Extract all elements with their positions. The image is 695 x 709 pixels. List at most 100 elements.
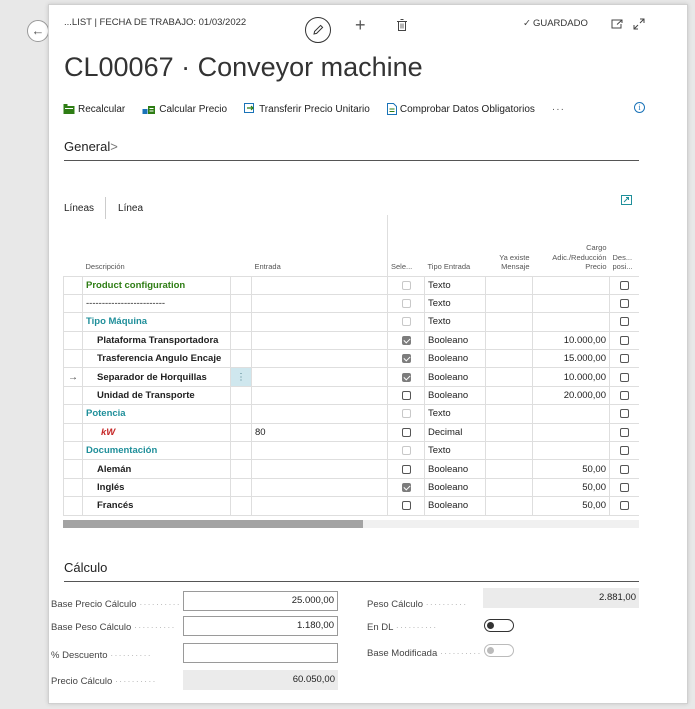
select-checkbox[interactable] xyxy=(401,482,411,492)
sele-cell[interactable] xyxy=(387,459,425,479)
sele-cell[interactable] xyxy=(387,367,425,387)
cargo-cell[interactable]: 50,00 xyxy=(532,496,610,516)
sele-cell[interactable] xyxy=(387,349,425,369)
tipo-entrada-cell[interactable]: Booleano xyxy=(424,477,486,498)
row-actions-cell[interactable] xyxy=(230,293,252,314)
row-actions-cell[interactable] xyxy=(230,422,252,443)
sele-cell[interactable] xyxy=(387,441,425,461)
tipo-entrada-cell[interactable]: Booleano xyxy=(424,459,486,479)
des-checkbox[interactable] xyxy=(620,427,629,437)
ya-existe-cell[interactable] xyxy=(485,275,533,295)
select-checkbox[interactable] xyxy=(401,427,411,437)
des-cell[interactable] xyxy=(609,330,639,351)
ya-existe-cell[interactable] xyxy=(485,459,533,479)
table-row[interactable]: Francés Booleano 50,00 xyxy=(63,496,639,516)
table-row[interactable]: → Separador de Horquillas ⋮ Booleano 10.000,… xyxy=(63,367,639,387)
lines-expand-icon[interactable] xyxy=(621,195,632,205)
cargo-cell[interactable] xyxy=(532,293,610,314)
new-button[interactable]: + xyxy=(355,16,366,34)
col-entrada[interactable]: Entrada xyxy=(251,215,388,277)
tab-lineas[interactable]: Líneas xyxy=(64,203,94,214)
des-cell[interactable] xyxy=(609,441,639,461)
des-cell[interactable] xyxy=(609,275,639,295)
tipo-entrada-cell[interactable]: Texto xyxy=(424,275,486,295)
table-row[interactable]: Inglés Booleano 50,00 xyxy=(63,477,639,498)
sele-cell[interactable] xyxy=(387,275,425,295)
tab-linea[interactable]: Línea xyxy=(118,203,143,214)
ya-existe-cell[interactable] xyxy=(485,330,533,351)
description-cell[interactable]: kW xyxy=(82,422,231,443)
select-checkbox[interactable] xyxy=(401,501,411,511)
tipo-entrada-cell[interactable]: Texto xyxy=(424,293,486,314)
entrada-cell[interactable] xyxy=(251,385,388,406)
entrada-cell[interactable] xyxy=(251,496,388,516)
back-button[interactable]: ← xyxy=(27,20,49,42)
entrada-cell[interactable] xyxy=(251,349,388,369)
tipo-entrada-cell[interactable]: Texto xyxy=(424,441,486,461)
ya-existe-cell[interactable] xyxy=(485,293,533,314)
entrada-cell[interactable] xyxy=(251,275,388,295)
sele-cell[interactable] xyxy=(387,404,425,424)
description-cell[interactable]: Alemán xyxy=(82,459,231,479)
table-row[interactable]: Documentación Texto xyxy=(63,441,639,461)
row-actions-cell[interactable]: ⋮ xyxy=(230,367,252,387)
des-cell[interactable] xyxy=(609,385,639,406)
sele-cell[interactable] xyxy=(387,312,425,332)
cargo-cell[interactable]: 50,00 xyxy=(532,477,610,498)
entrada-cell[interactable]: 80 xyxy=(251,422,388,443)
des-checkbox[interactable] xyxy=(620,280,629,290)
ya-existe-cell[interactable] xyxy=(485,441,533,461)
table-row[interactable]: ------------------------- Texto xyxy=(63,293,639,314)
horizontal-scrollbar[interactable] xyxy=(63,520,639,528)
row-actions-cell[interactable] xyxy=(230,312,252,332)
des-cell[interactable] xyxy=(609,477,639,498)
recalculate-button[interactable]: Recalcular xyxy=(63,103,125,115)
ya-existe-cell[interactable] xyxy=(485,496,533,516)
ya-existe-cell[interactable] xyxy=(485,312,533,332)
table-row[interactable]: Potencia Texto xyxy=(63,404,639,424)
cargo-cell[interactable]: 10.000,00 xyxy=(532,367,610,387)
select-checkbox[interactable] xyxy=(401,354,411,364)
row-actions-cell[interactable] xyxy=(230,477,252,498)
cargo-cell[interactable]: 20.000,00 xyxy=(532,385,610,406)
tipo-entrada-cell[interactable]: Decimal xyxy=(424,422,486,443)
entrada-cell[interactable] xyxy=(251,404,388,424)
description-cell[interactable]: Inglés xyxy=(82,477,231,498)
row-actions-cell[interactable] xyxy=(230,441,252,461)
table-row[interactable]: Alemán Booleano 50,00 xyxy=(63,459,639,479)
row-actions-cell[interactable] xyxy=(230,496,252,516)
des-cell[interactable] xyxy=(609,349,639,369)
des-checkbox[interactable] xyxy=(620,372,629,382)
col-des[interactable]: Des... posi... xyxy=(609,215,639,277)
des-checkbox[interactable] xyxy=(620,391,629,401)
ya-existe-cell[interactable] xyxy=(485,477,533,498)
col-tipo-entrada[interactable]: Tipo Entrada xyxy=(424,215,486,277)
table-row[interactable]: Unidad de Transporte Booleano 20.000,00 xyxy=(63,385,639,406)
table-row[interactable]: kW 80 Decimal xyxy=(63,422,639,443)
des-cell[interactable] xyxy=(609,422,639,443)
sele-cell[interactable] xyxy=(387,477,425,498)
description-cell[interactable]: Francés xyxy=(82,496,231,516)
cargo-cell[interactable] xyxy=(532,422,610,443)
tipo-entrada-cell[interactable]: Booleano xyxy=(424,330,486,351)
des-checkbox[interactable] xyxy=(620,409,629,419)
col-cargo[interactable]: Cargo Adic./Reducción Precio xyxy=(532,215,610,277)
base-precio-field[interactable]: 25.000,00 xyxy=(183,591,338,611)
des-checkbox[interactable] xyxy=(620,464,629,474)
entrada-cell[interactable] xyxy=(251,367,388,387)
des-checkbox[interactable] xyxy=(620,354,629,364)
cargo-cell[interactable]: 50,00 xyxy=(532,459,610,479)
col-ya-existe[interactable]: Ya existe Mensaje xyxy=(485,215,533,277)
table-row[interactable]: Tipo Máquina Texto xyxy=(63,312,639,332)
more-actions-button[interactable]: ··· xyxy=(552,104,565,115)
tipo-entrada-cell[interactable]: Booleano xyxy=(424,349,486,369)
tipo-entrada-cell[interactable]: Texto xyxy=(424,404,486,424)
description-cell[interactable]: Product configuration xyxy=(82,275,231,295)
sele-cell[interactable] xyxy=(387,385,425,406)
select-checkbox[interactable] xyxy=(401,391,411,401)
table-row[interactable]: Trasferencia Angulo Encaje Booleano 15.000… xyxy=(63,349,639,369)
des-checkbox[interactable] xyxy=(620,482,629,492)
ya-existe-cell[interactable] xyxy=(485,349,533,369)
des-cell[interactable] xyxy=(609,496,639,516)
entrada-cell[interactable] xyxy=(251,293,388,314)
